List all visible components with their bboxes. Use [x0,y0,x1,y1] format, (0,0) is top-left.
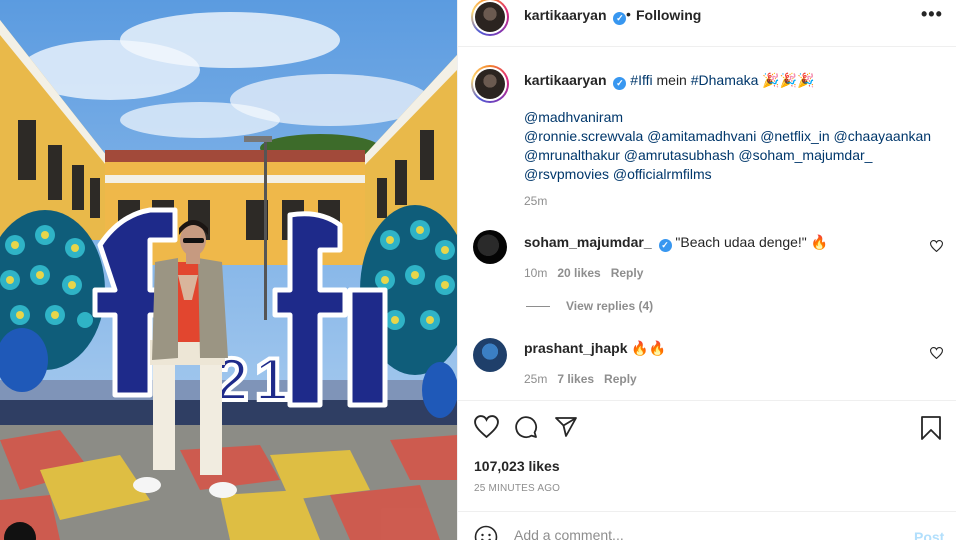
post-header: kartikaaryan ✓ • Following ••• [458,0,956,47]
replies-divider [526,306,550,308]
hashtag-dhamaka[interactable]: #Dhamaka [691,72,759,88]
reply-button[interactable]: Reply [604,372,637,386]
caption-text: mein [652,72,691,88]
comment-text: 🔥🔥 [631,340,667,356]
more-horizontal-icon[interactable]: ••• [921,4,943,25]
verified-badge-icon: ✓ [658,239,672,252]
caption-author-avatar[interactable] [471,65,509,103]
caption-emojis: 🎉🎉🎉 [758,72,815,88]
comment-bubble-icon[interactable] [514,415,538,439]
caption-timestamp[interactable]: 25m [524,194,547,208]
save-bookmark-icon[interactable] [920,415,942,441]
likes-count[interactable]: 107,023 likes [474,458,560,474]
separator-dot: • [626,6,631,22]
like-comment-icon[interactable] [930,347,943,359]
comment-text: "Beach udaa denge!" 🔥 [675,234,829,250]
emoji-smiley-icon[interactable] [474,525,498,540]
add-comment-input[interactable] [514,527,894,540]
view-replies-label: View replies (4) [566,299,654,313]
commenter-avatar[interactable] [473,338,507,372]
add-comment-bar: Post [458,511,956,540]
commenter-avatar[interactable] [473,230,507,264]
caption-mentions-line-4[interactable]: @rsvpmovies @officialrmfilms [524,165,944,184]
like-heart-icon[interactable] [474,415,499,438]
commenter-username[interactable]: soham_majumdar_ [524,234,652,250]
verified-badge-icon: ✓ [613,77,627,90]
author-username[interactable]: kartikaaryan [524,7,607,23]
hashtag-iffi[interactable]: #Iffi [630,72,652,88]
comment-time[interactable]: 25m [524,372,547,386]
caption-mentions-line-1[interactable]: @madhvaniram [524,108,944,127]
comment-likes[interactable]: 7 likes [557,372,594,386]
post-comment-button[interactable]: Post [914,529,944,540]
comment-likes[interactable]: 20 likes [557,266,600,280]
reply-button[interactable]: Reply [611,266,644,280]
post-side-panel: kartikaaryan ✓ • Following ••• kartikaar… [457,0,956,540]
caption-username[interactable]: kartikaaryan [524,72,607,88]
post-actions: 107,023 likes 25 MINUTES AGO Post [458,400,956,540]
caption-mentions-line-3[interactable]: @mrunalthakur @amrutasubhash @soham_maju… [524,146,944,165]
commenter-username[interactable]: prashant_jhapk [524,340,627,356]
comment-time[interactable]: 10m [524,266,547,280]
post-photo[interactable]: 2 1 [0,0,457,540]
verified-badge-icon: ✓ [613,12,627,25]
share-paper-plane-icon[interactable] [554,415,578,439]
posted-time[interactable]: 25 MINUTES AGO [474,483,560,494]
svg-text:1: 1 [255,346,288,413]
photo-illustration: 2 1 [0,0,457,540]
caption-mentions-line-2[interactable]: @ronnie.screwvala @amitamadhvani @netfli… [524,127,944,146]
post-caption: kartikaaryan ✓ #Iffi mein #Dhamaka 🎉🎉🎉 @… [524,71,944,184]
following-button[interactable]: Following [636,7,701,23]
author-avatar[interactable] [471,0,509,36]
view-replies-button[interactable]: View replies (4) [526,299,653,313]
like-comment-icon[interactable] [930,240,943,252]
